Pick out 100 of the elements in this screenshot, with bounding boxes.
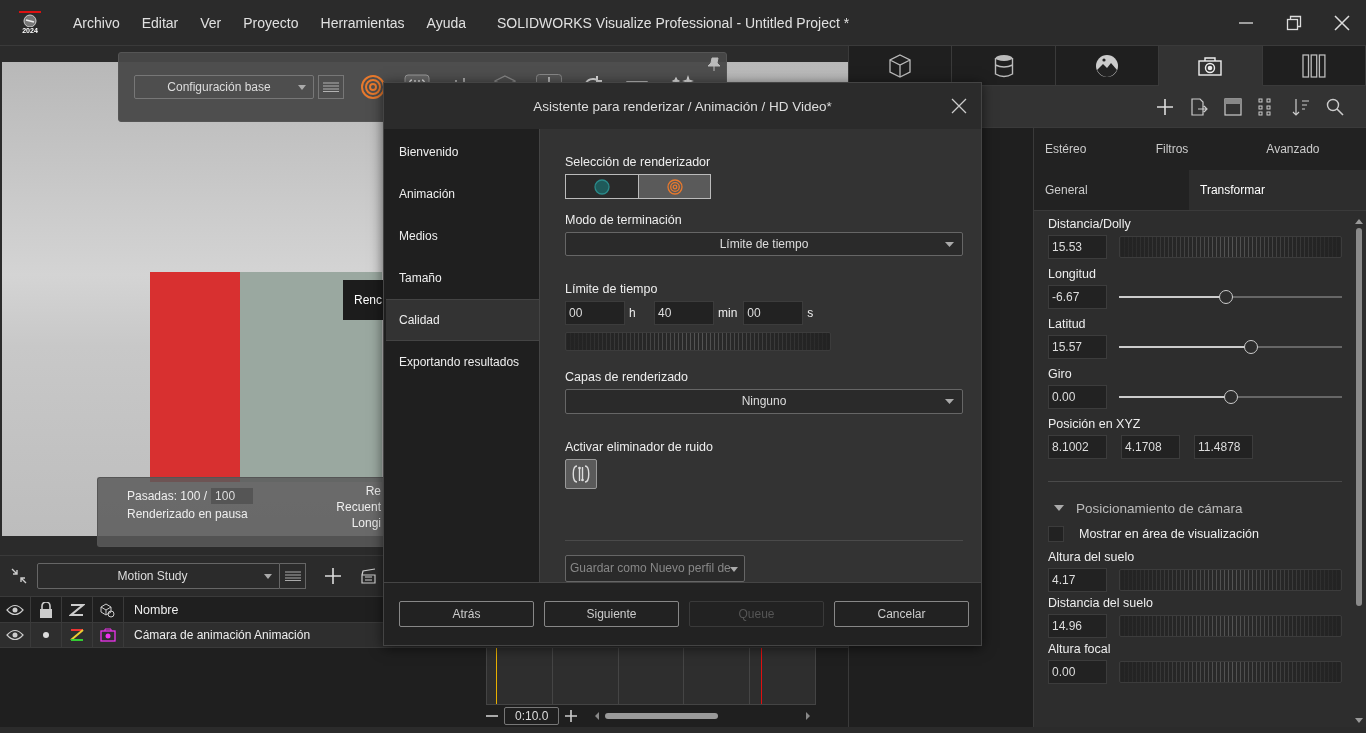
sort-icon[interactable] [1292,97,1310,116]
scroll-up-icon[interactable] [1355,219,1363,224]
input-field[interactable]: 14.96 [1048,614,1107,638]
dialog-button[interactable]: Cancelar [834,601,969,627]
input-field[interactable]: 15.53 [1048,235,1107,259]
checkbox[interactable] [1048,526,1064,542]
scroll-left-icon[interactable] [595,712,600,720]
render-layers-dropdown[interactable]: Ninguno [565,389,963,414]
wizard-step[interactable]: Medios [384,215,539,257]
input-field[interactable]: 00 [565,301,625,326]
denoiser-icon [570,462,592,485]
wizard-step[interactable]: Animación [384,173,539,215]
property-label: Altura del suelo [1048,550,1136,564]
add-icon[interactable] [324,567,342,585]
input-field[interactable]: 0.00 [1048,385,1107,409]
input-field[interactable]: 4.1708 [1121,435,1180,459]
passes-field[interactable]: 100 [211,488,254,504]
input-field[interactable]: 40 [654,301,714,326]
add-icon[interactable] [1156,97,1174,116]
stats-text: Longi [351,516,381,530]
camera-icon[interactable] [100,628,116,642]
target-icon [666,178,683,195]
dialog-button[interactable]: Atrás [399,601,534,627]
wizard-step[interactable]: Bienvenido [384,131,539,173]
menu-item[interactable]: Editar [132,10,188,35]
collapse-icon[interactable] [11,568,27,584]
landscape-icon [1095,53,1119,78]
timeline-track[interactable] [486,648,816,705]
slider-thumb[interactable] [1223,390,1238,404]
dot-icon[interactable] [43,632,49,638]
field-label: Modo de terminación [565,213,682,227]
menu-item[interactable]: Ver [191,10,231,35]
menu-item[interactable]: Herramientas [311,10,414,35]
input-field[interactable]: 15.57 [1048,335,1107,359]
path-icon[interactable] [69,602,85,617]
eye-icon[interactable] [6,629,24,641]
wizard-step[interactable]: Calidad [386,299,539,341]
export-icon[interactable] [1190,97,1208,116]
scroll-down-icon[interactable] [1355,718,1363,723]
eye-icon[interactable] [6,603,24,616]
profile-dropdown[interactable]: Guardar como Nuevo perfil de [565,554,745,582]
library-icon [1301,53,1326,78]
checkbox-label: Mostrar en área de visualización [1079,527,1259,541]
dialog-title: Asistente para renderizar / Animación / HD Video* [533,98,832,114]
wizard-step[interactable]: Tamaño [384,257,539,299]
property-label: Longitud [1048,267,1097,281]
wizard-step[interactable]: Exportando resultados [384,341,539,383]
target-icon[interactable] [360,74,386,100]
input-field[interactable]: 11.4878 [1194,435,1253,459]
field-label: Activar eliminador de ruido [565,439,713,454]
caret-icon [1054,505,1064,511]
caret-icon [945,242,954,248]
menu-item[interactable]: Ayuda [417,10,475,35]
panel-tab[interactable] [1159,46,1263,86]
caret-icon [945,399,954,405]
input-field[interactable]: 8.1002 [1048,435,1107,459]
property-label: Giro [1048,367,1073,381]
input-field[interactable]: 00 [743,301,804,326]
menu-item[interactable]: Proyecto [234,10,308,35]
close-icon[interactable] [1334,14,1350,31]
sub-tab[interactable]: Avanzado [1255,128,1366,170]
paint-can-icon [993,53,1014,78]
path-icon[interactable] [69,628,85,642]
start-marker[interactable] [496,648,497,704]
menu-item[interactable]: Archivo [64,10,129,35]
property-label: Posición en XYZ [1048,417,1142,431]
list-button[interactable] [280,563,306,589]
input-field[interactable]: 4.17 [1048,568,1107,592]
sub-tab[interactable]: Transformar [1189,170,1366,210]
shapes-icon[interactable] [100,601,116,618]
scroll-right-icon[interactable] [806,712,811,720]
time-field[interactable]: 0:10.0 [504,707,560,725]
search-icon[interactable] [1326,97,1344,116]
list-icon [284,571,301,581]
dialog-button[interactable]: Siguiente [544,601,679,627]
zoom-in-icon[interactable] [565,710,578,722]
section-header[interactable]: Posicionamiento de cámara [1048,496,1342,520]
denoiser-toggle[interactable] [565,458,597,489]
sub-tab[interactable]: Filtros [1144,128,1256,170]
layout-icon[interactable] [1224,97,1242,116]
pin-icon[interactable] [707,57,721,71]
clapperboard-icon[interactable] [360,567,378,585]
sub-tab[interactable]: Estéreo [1034,128,1145,170]
field-label: Capas de renderizado [565,370,688,385]
list-button[interactable] [318,75,344,99]
slider-thumb[interactable] [1219,290,1234,304]
field-label: Límite de tiempo [565,282,658,297]
lock-icon[interactable] [39,601,53,618]
window-title: SOLIDWORKS Visualize Professional - Untitled Project * [497,14,850,31]
configuration-dropdown[interactable]: Configuración base [134,75,314,99]
column-header[interactable]: Nombre [124,597,179,622]
input-field[interactable]: 0.00 [1048,660,1107,684]
input-field[interactable]: -6.67 [1048,285,1107,309]
slider-thumb[interactable] [1243,340,1258,354]
horizontal-scrollbar[interactable] [595,712,811,720]
restore-icon[interactable] [1286,14,1302,31]
motion-study-dropdown[interactable]: Motion Study [37,563,280,589]
sub-tab[interactable]: General [1034,170,1189,210]
termination-dropdown[interactable]: Límite de tiempo [565,232,963,257]
close-icon[interactable] [951,98,967,114]
